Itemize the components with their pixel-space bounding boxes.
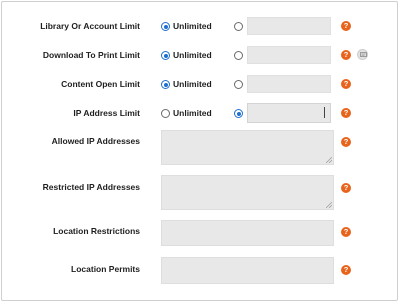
content-open-limit-custom-radio[interactable]	[234, 80, 243, 89]
restricted-ips-label: Restricted IP Addresses	[42, 182, 140, 192]
row-restricted-ips: Restricted IP Addresses ?	[2, 175, 399, 210]
ip-address-limit-unlimited-label[interactable]: Unlimited	[173, 108, 212, 118]
content-open-limit-label: Content Open Limit	[61, 79, 140, 89]
resize-handle-icon[interactable]	[326, 157, 332, 163]
allowed-ips-label: Allowed IP Addresses	[51, 136, 140, 146]
download-limit-unlimited-radio[interactable]	[161, 51, 170, 60]
library-limit-label: Library Or Account Limit	[40, 21, 140, 31]
help-icon[interactable]: ?	[341, 183, 351, 193]
message-icon[interactable]	[357, 49, 368, 60]
location-restrictions-label: Location Restrictions	[53, 226, 140, 236]
location-restrictions-input[interactable]	[161, 220, 334, 246]
row-content-open-limit: Content Open Limit Unlimited ?	[2, 75, 399, 93]
help-icon[interactable]: ?	[341, 108, 351, 118]
content-open-limit-input[interactable]	[247, 75, 331, 93]
help-icon[interactable]: ?	[341, 265, 351, 275]
library-limit-unlimited-label[interactable]: Unlimited	[173, 21, 212, 31]
ip-address-limit-custom-radio[interactable]	[234, 109, 243, 118]
location-permits-input[interactable]	[161, 257, 334, 284]
download-limit-input[interactable]	[247, 46, 331, 64]
location-permits-label: Location Permits	[71, 264, 140, 274]
help-icon[interactable]: ?	[341, 227, 351, 237]
help-icon[interactable]: ?	[341, 137, 351, 147]
ip-address-limit-unlimited-radio[interactable]	[161, 109, 170, 118]
row-allowed-ips: Allowed IP Addresses ?	[2, 130, 399, 165]
allowed-ips-textarea[interactable]	[161, 130, 334, 165]
row-library-limit: Library Or Account Limit Unlimited ?	[2, 17, 399, 35]
content-open-limit-unlimited-radio[interactable]	[161, 80, 170, 89]
ip-address-limit-input[interactable]	[247, 103, 331, 123]
download-limit-custom-radio[interactable]	[234, 51, 243, 60]
content-open-limit-unlimited-label[interactable]: Unlimited	[173, 79, 212, 89]
row-location-restrictions: Location Restrictions ?	[2, 220, 399, 246]
download-limit-label: Download To Print Limit	[42, 50, 140, 60]
help-icon[interactable]: ?	[341, 21, 351, 31]
library-limit-unlimited-radio[interactable]	[161, 22, 170, 31]
ip-address-limit-label: IP Address Limit	[73, 108, 140, 118]
help-icon[interactable]: ?	[341, 50, 351, 60]
library-limit-input[interactable]	[247, 17, 331, 35]
download-limit-unlimited-label[interactable]: Unlimited	[173, 50, 212, 60]
library-limit-custom-radio[interactable]	[234, 22, 243, 31]
resize-handle-icon[interactable]	[326, 202, 332, 208]
row-location-permits: Location Permits ?	[2, 257, 399, 284]
text-caret	[324, 107, 325, 118]
row-download-limit: Download To Print Limit Unlimited ?	[2, 46, 399, 64]
help-icon[interactable]: ?	[341, 79, 351, 89]
restricted-ips-textarea[interactable]	[161, 175, 334, 210]
row-ip-address-limit: IP Address Limit Unlimited ?	[2, 103, 399, 123]
limits-form: Library Or Account Limit Unlimited ? Dow…	[1, 1, 398, 301]
